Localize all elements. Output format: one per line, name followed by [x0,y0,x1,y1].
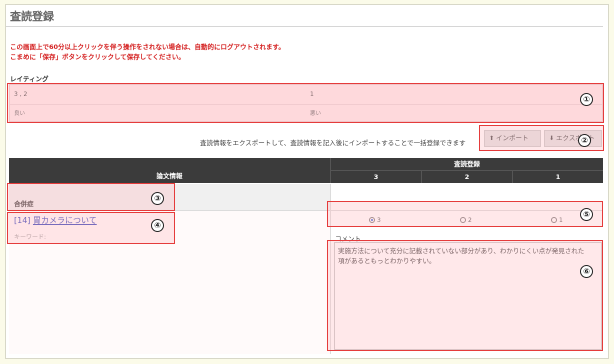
table-header-article-info: 論文情報 [9,158,330,183]
highlight-5 [327,201,603,227]
callout-3: ③ [151,192,164,205]
table-header-col-3: 3 [330,171,421,183]
table-header-col-1: 1 [512,171,603,183]
callout-1: ① [580,93,593,106]
title-divider [6,26,603,27]
table-header-col-2: 2 [421,171,512,183]
page-title: 査読登録 [10,10,54,23]
highlight-1 [7,83,604,123]
callout-6: ⑥ [580,265,593,278]
export-note: 査読情報をエクスポートして、査読情報を記入後にインポートすることで一括登録できま… [200,139,466,147]
warning-line-1: この画面上で60分以上クリックを伴う操作をされない場合は、自動的にログアウトされ… [10,43,285,51]
highlight-6 [327,240,603,351]
warning-line-2: こまめに「保存」ボタンをクリックして保存してください。 [10,53,185,61]
table-header-review: 査読登録 [330,158,603,171]
highlight-3 [7,183,175,211]
rating-label: レイティング [10,75,49,83]
callout-4: ④ [151,219,164,232]
callout-5: ⑤ [580,208,593,221]
highlight-4 [7,212,175,244]
callout-2: ② [578,134,591,147]
